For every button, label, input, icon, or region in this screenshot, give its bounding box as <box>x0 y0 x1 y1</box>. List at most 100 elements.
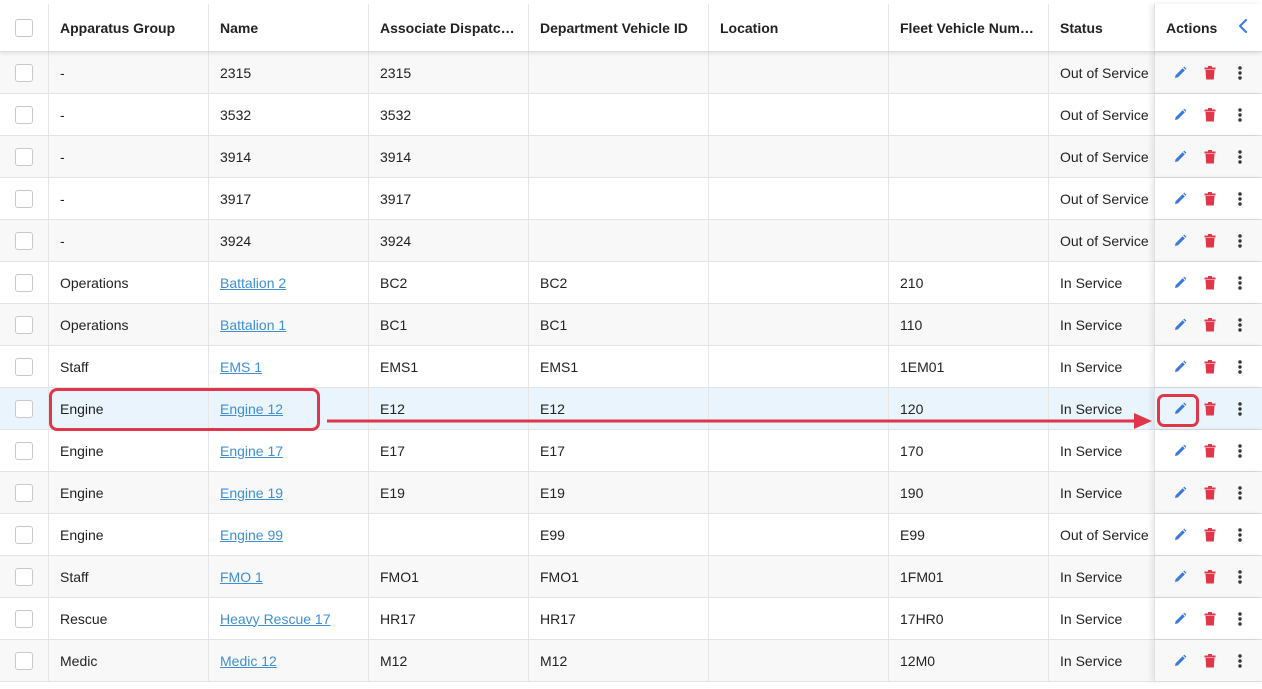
table-row[interactable]: Staff EMS 1 EMS1 EMS1 1EM01 In Service <box>0 346 1262 388</box>
more-vertical-icon[interactable] <box>1226 646 1254 676</box>
cell-name: Battalion 2 <box>209 262 369 303</box>
table-row[interactable]: - 3914 3914 Out of Service <box>0 136 1262 178</box>
select-all-checkbox[interactable] <box>15 18 33 37</box>
pencil-icon[interactable] <box>1166 184 1194 214</box>
pencil-icon[interactable] <box>1166 268 1194 298</box>
table-row[interactable]: - 3924 3924 Out of Service <box>0 220 1262 262</box>
header-department-vehicle-id[interactable]: Department Vehicle ID <box>529 4 709 51</box>
table-row[interactable]: Engine Engine 19 E19 E19 190 In Service <box>0 472 1262 514</box>
row-checkbox[interactable] <box>15 651 33 670</box>
table-row[interactable]: Medic Medic 12 M12 M12 12M0 In Service <box>0 640 1262 682</box>
vehicle-name-link[interactable]: FMO 1 <box>220 569 263 585</box>
vehicle-name-link[interactable]: Medic 12 <box>220 653 277 669</box>
table-row[interactable]: Engine Engine 17 E17 E17 170 In Service <box>0 430 1262 472</box>
vehicle-name-link[interactable]: Battalion 1 <box>220 317 286 333</box>
more-vertical-icon[interactable] <box>1226 520 1254 550</box>
row-checkbox[interactable] <box>15 189 33 208</box>
header-fleet-vehicle-number[interactable]: Fleet Vehicle Num… <box>889 4 1049 51</box>
department-vehicle-id-text: FMO1 <box>540 568 579 585</box>
row-checkbox[interactable] <box>15 63 33 82</box>
trash-icon[interactable] <box>1196 352 1224 382</box>
header-associate-dispatch[interactable]: Associate Dispatc… <box>369 4 529 51</box>
row-checkbox[interactable] <box>15 273 33 292</box>
row-checkbox[interactable] <box>15 567 33 586</box>
trash-icon[interactable] <box>1196 100 1224 130</box>
trash-icon[interactable] <box>1196 604 1224 634</box>
table-row[interactable]: Engine Engine 99 E99 E99 Out of Service <box>0 514 1262 556</box>
trash-icon[interactable] <box>1196 226 1224 256</box>
row-checkbox[interactable] <box>15 231 33 250</box>
chevron-left-icon[interactable] <box>1238 19 1248 36</box>
pencil-icon[interactable] <box>1166 562 1194 592</box>
more-vertical-icon[interactable] <box>1226 142 1254 172</box>
trash-icon[interactable] <box>1196 436 1224 466</box>
more-vertical-icon[interactable] <box>1226 478 1254 508</box>
table-row[interactable]: Operations Battalion 2 BC2 BC2 210 In Service <box>0 262 1262 304</box>
trash-icon[interactable] <box>1196 142 1224 172</box>
more-vertical-icon[interactable] <box>1226 394 1254 424</box>
pencil-icon[interactable] <box>1166 520 1194 550</box>
cell-fleet-vehicle-number: 1EM01 <box>889 346 1049 387</box>
trash-icon[interactable] <box>1196 394 1224 424</box>
table-row[interactable]: Rescue Heavy Rescue 17 HR17 HR17 17HR0 In Ser… <box>0 598 1262 640</box>
more-vertical-icon[interactable] <box>1226 226 1254 256</box>
table-row[interactable]: Operations Battalion 1 BC1 BC1 110 In Service <box>0 304 1262 346</box>
row-checkbox[interactable] <box>15 525 33 544</box>
cell-associate-dispatch: BC2 <box>369 262 529 303</box>
pencil-icon[interactable] <box>1166 142 1194 172</box>
more-vertical-icon[interactable] <box>1226 100 1254 130</box>
apparatus-group-text: Medic <box>60 652 98 669</box>
pencil-icon[interactable] <box>1166 604 1194 634</box>
pencil-icon[interactable] <box>1166 310 1194 340</box>
row-checkbox[interactable] <box>15 105 33 124</box>
pencil-icon[interactable] <box>1166 478 1194 508</box>
row-checkbox[interactable] <box>15 315 33 334</box>
table-row[interactable]: - 2315 2315 Out of Service <box>0 52 1262 94</box>
pencil-icon[interactable] <box>1166 352 1194 382</box>
vehicle-name-link[interactable]: Heavy Rescue 17 <box>220 611 331 627</box>
header-name[interactable]: Name <box>209 4 369 51</box>
more-vertical-icon[interactable] <box>1226 436 1254 466</box>
more-vertical-icon[interactable] <box>1226 58 1254 88</box>
cell-associate-dispatch: 3917 <box>369 178 529 219</box>
vehicle-name-link[interactable]: Battalion 2 <box>220 275 286 291</box>
row-checkbox[interactable] <box>15 357 33 376</box>
row-checkbox[interactable] <box>15 441 33 460</box>
vehicle-name-link[interactable]: Engine 17 <box>220 443 283 459</box>
row-checkbox[interactable] <box>15 483 33 502</box>
row-checkbox[interactable] <box>15 399 33 418</box>
trash-icon[interactable] <box>1196 478 1224 508</box>
pencil-icon[interactable] <box>1166 436 1194 466</box>
pencil-icon[interactable] <box>1166 226 1194 256</box>
more-vertical-icon[interactable] <box>1226 604 1254 634</box>
trash-icon[interactable] <box>1196 562 1224 592</box>
vehicle-name-link[interactable]: Engine 99 <box>220 527 283 543</box>
pencil-icon[interactable] <box>1166 646 1194 676</box>
trash-icon[interactable] <box>1196 520 1224 550</box>
vehicle-name-link[interactable]: EMS 1 <box>220 359 262 375</box>
trash-icon[interactable] <box>1196 646 1224 676</box>
table-row[interactable]: Staff FMO 1 FMO1 FMO1 1FM01 In Service <box>0 556 1262 598</box>
table-row[interactable]: - 3532 3532 Out of Service <box>0 94 1262 136</box>
more-vertical-icon[interactable] <box>1226 352 1254 382</box>
vehicle-name-link[interactable]: Engine 19 <box>220 485 283 501</box>
department-vehicle-id-text: E19 <box>540 484 565 501</box>
more-vertical-icon[interactable] <box>1226 310 1254 340</box>
header-status[interactable]: Status <box>1049 4 1154 51</box>
header-apparatus-group[interactable]: Apparatus Group <box>49 4 209 51</box>
trash-icon[interactable] <box>1196 184 1224 214</box>
trash-icon[interactable] <box>1196 58 1224 88</box>
trash-icon[interactable] <box>1196 268 1224 298</box>
pencil-icon[interactable] <box>1166 58 1194 88</box>
more-vertical-icon[interactable] <box>1226 562 1254 592</box>
row-checkbox[interactable] <box>15 147 33 166</box>
header-location[interactable]: Location <box>709 4 889 51</box>
row-checkbox[interactable] <box>15 609 33 628</box>
fleet-vehicle-number-text: 1FM01 <box>900 568 944 585</box>
pencil-icon[interactable] <box>1166 100 1194 130</box>
more-vertical-icon[interactable] <box>1226 268 1254 298</box>
trash-icon[interactable] <box>1196 310 1224 340</box>
fleet-vehicle-number-text: 190 <box>900 484 924 501</box>
more-vertical-icon[interactable] <box>1226 184 1254 214</box>
table-row[interactable]: - 3917 3917 Out of Service <box>0 178 1262 220</box>
